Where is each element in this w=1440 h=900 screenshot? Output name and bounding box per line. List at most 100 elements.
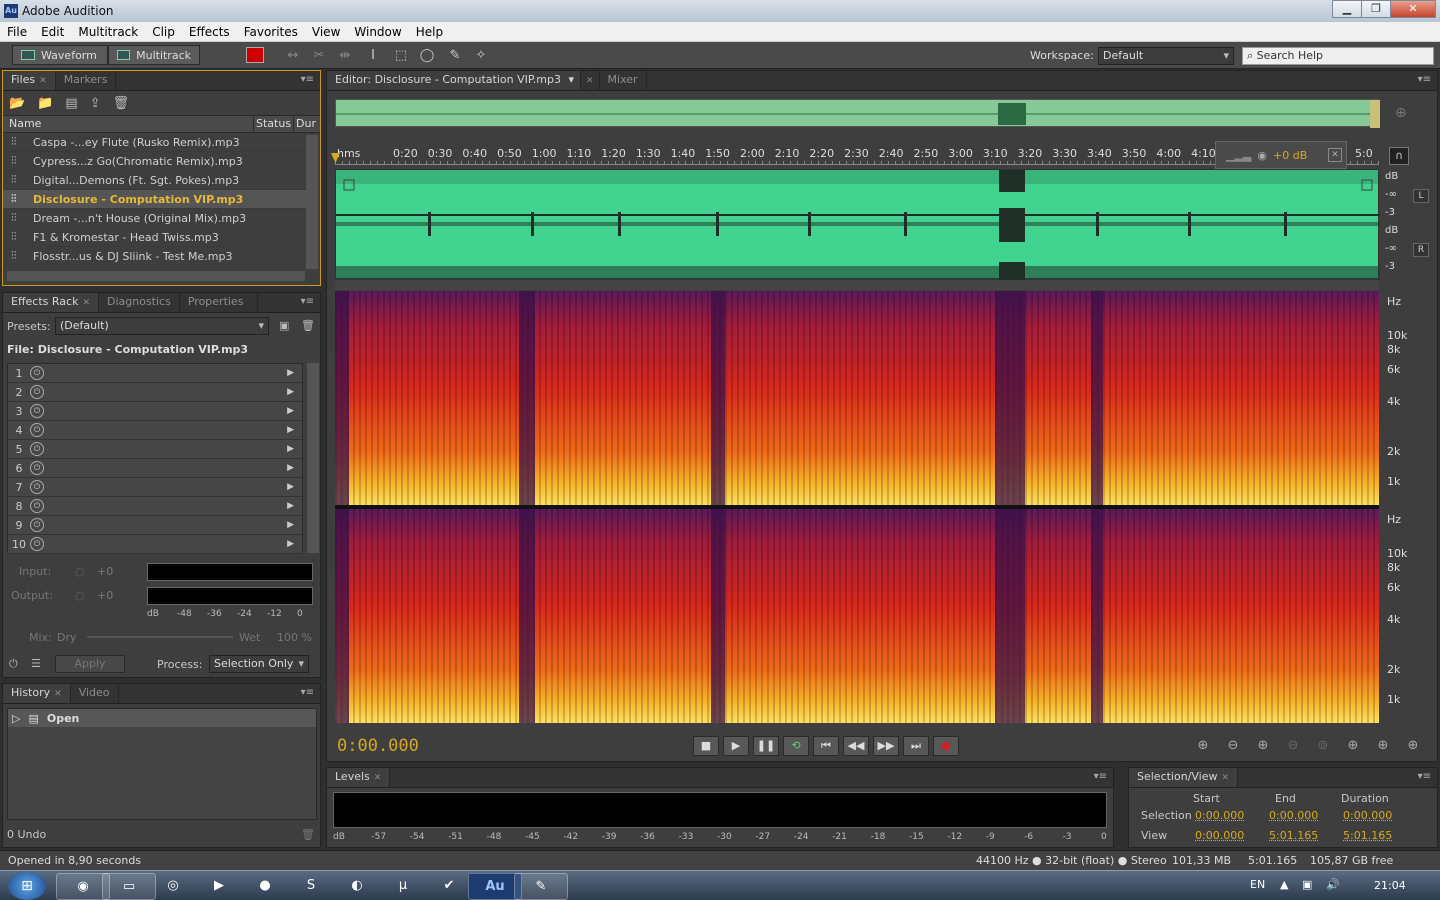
input-gain-value[interactable]: +0	[97, 565, 113, 578]
power-icon[interactable]: ⏻	[30, 537, 44, 551]
effect-slot[interactable]: 10 ⏻ ▶	[8, 535, 302, 554]
time-selection-tool-icon[interactable]: I	[364, 47, 382, 65]
zoom-in-amplitude-icon[interactable]: ⊕	[1193, 738, 1213, 753]
panel-menu-icon[interactable]: ▾≡	[301, 687, 314, 698]
selection-duration[interactable]: 0:00.000	[1343, 809, 1392, 822]
input-gain-knob[interactable]: ◌	[75, 565, 85, 578]
zoom-out-full-icon[interactable]: ⊚	[1313, 738, 1333, 753]
column-name[interactable]: Name	[3, 116, 253, 132]
multitrack-view-button[interactable]: Multitrack	[108, 45, 200, 65]
effect-slot[interactable]: 4 ⏻ ▶	[8, 421, 302, 440]
panel-menu-icon[interactable]: ▾≡	[301, 74, 314, 85]
slot-menu-arrow-icon[interactable]: ▶	[287, 501, 294, 511]
file-row[interactable]: ⫶⫶ F1 & Kromestar - Head Twiss.mp3	[3, 228, 306, 247]
rack-power-icon[interactable]: ⏻	[9, 657, 18, 671]
play-button[interactable]: ▶	[723, 736, 749, 756]
menu-file[interactable]: File	[0, 25, 34, 39]
output-gain-value[interactable]: +0	[97, 589, 113, 602]
tab-selection-view[interactable]: Selection/View ✕	[1129, 768, 1239, 787]
panel-menu-icon[interactable]: ▾≡	[1094, 771, 1107, 782]
effect-slot[interactable]: 7 ⏻ ▶	[8, 478, 302, 497]
panel-menu-icon[interactable]: ▾≡	[1418, 74, 1431, 85]
zoom-navigator-icon[interactable]: ⊕	[1395, 105, 1407, 121]
clock[interactable]: 21:04	[1374, 879, 1406, 892]
show-hidden-icons[interactable]: ▲	[1280, 878, 1288, 891]
start-button[interactable]: ⊞	[8, 872, 46, 900]
menu-multitrack[interactable]: Multitrack	[71, 25, 145, 39]
go-to-start-button[interactable]: ⏮	[813, 736, 839, 756]
power-icon[interactable]: ⏻	[30, 461, 44, 475]
marquee-tool-icon[interactable]: ⬚	[392, 47, 410, 65]
zoom-selection-icon[interactable]: ⊕	[1403, 738, 1423, 753]
slot-menu-arrow-icon[interactable]: ▶	[287, 444, 294, 454]
expand-icon[interactable]: ▷	[12, 712, 20, 725]
power-icon[interactable]: ⏻	[30, 404, 44, 418]
power-icon[interactable]: ⏻	[30, 366, 44, 380]
file-row[interactable]: ⫶⫶ Cypress...z Go(Chromatic Remix).mp3	[3, 152, 306, 171]
menu-view[interactable]: View	[305, 25, 347, 39]
fast-forward-button[interactable]: ▶▶	[873, 736, 899, 756]
delete-preset-icon[interactable]: 🗑	[301, 319, 315, 332]
file-row[interactable]: ⫶⫶ Digital...Demons (Ft. Sgt. Pokes).mp3	[3, 171, 306, 190]
menu-effects[interactable]: Effects	[182, 25, 237, 39]
tab-effects-rack[interactable]: Effects Rack ✕	[3, 293, 99, 312]
power-icon[interactable]: ⏻	[30, 518, 44, 532]
files-scrollbar[interactable]	[306, 135, 318, 269]
razor-tool-icon[interactable]: ✂	[310, 47, 328, 65]
go-to-end-button[interactable]: ⏭	[903, 736, 929, 756]
menu-window[interactable]: Window	[347, 25, 408, 39]
apply-button[interactable]: Apply	[55, 655, 125, 673]
gain-knob-icon[interactable]: ◉	[1257, 149, 1267, 162]
tab-files[interactable]: Files ✕	[3, 71, 56, 90]
effect-slot[interactable]: 3 ⏻ ▶	[8, 402, 302, 421]
output-gain-knob[interactable]: ◌	[75, 589, 85, 602]
tab-editor[interactable]: Editor: Disclosure - Computation VIP.mp3…	[327, 71, 581, 90]
zoom-in-point-icon[interactable]: ⊕	[1343, 738, 1363, 753]
delete-history-icon[interactable]: 🗑	[301, 828, 315, 841]
process-select[interactable]: Selection Only	[209, 655, 309, 673]
close-editor-icon[interactable]: ✕	[581, 72, 599, 90]
effect-slot[interactable]: 5 ⏻ ▶	[8, 440, 302, 459]
menu-help[interactable]: Help	[409, 25, 450, 39]
file-row[interactable]: ⫶⫶ Caspa -...ey Flute (Rusko Remix).mp3	[3, 133, 306, 152]
power-icon[interactable]: ⏻	[30, 499, 44, 513]
menu-favorites[interactable]: Favorites	[237, 25, 305, 39]
right-channel-toggle[interactable]: R	[1413, 243, 1429, 257]
power-icon[interactable]: ⏻	[30, 423, 44, 437]
maximize-button[interactable]: ❐	[1361, 0, 1391, 18]
move-tool-icon[interactable]: ↔	[284, 47, 302, 65]
effect-slot[interactable]: 9 ⏻ ▶	[8, 516, 302, 535]
slot-menu-arrow-icon[interactable]: ▶	[287, 539, 294, 549]
menu-clip[interactable]: Clip	[145, 25, 182, 39]
file-row[interactable]: ⫶⫶ Dream -...n't House (Original Mix).mp3	[3, 209, 306, 228]
tab-history[interactable]: History ✕	[3, 684, 71, 703]
spot-healing-tool-icon[interactable]: ✧	[472, 47, 490, 65]
headphones-icon[interactable]: ∩	[1389, 147, 1409, 165]
history-item-open[interactable]: ▷ ▤ Open	[8, 709, 316, 727]
tab-levels[interactable]: Levels ✕	[327, 768, 391, 787]
slot-menu-arrow-icon[interactable]: ▶	[287, 463, 294, 473]
effects-scrollbar[interactable]	[307, 363, 319, 553]
spectral-display[interactable]	[335, 291, 1379, 723]
hud-gain-value[interactable]: +0 dB	[1273, 149, 1307, 162]
power-icon[interactable]: ⏻	[30, 385, 44, 399]
column-duration[interactable]: Dur	[293, 116, 317, 132]
tab-properties[interactable]: Properties	[180, 293, 258, 312]
waveform-display[interactable]	[335, 169, 1380, 280]
power-icon[interactable]: ⏻	[30, 480, 44, 494]
column-status[interactable]: Status	[253, 116, 293, 132]
language-indicator[interactable]: EN	[1250, 878, 1265, 891]
delete-file-icon[interactable]: 🗑	[113, 96, 130, 111]
insert-into-multitrack-icon[interactable]: ⇪	[90, 96, 101, 111]
zoom-out-amplitude-icon[interactable]: ⊖	[1223, 738, 1243, 753]
slot-menu-arrow-icon[interactable]: ▶	[287, 425, 294, 435]
panel-menu-icon[interactable]: ▾≡	[1418, 771, 1431, 782]
file-row[interactable]: ⫶⫶ Disclosure - Computation VIP.mp3	[3, 190, 306, 209]
zoom-out-time-icon[interactable]: ⊖	[1283, 738, 1303, 753]
paint-taskbar-icon[interactable]: ✎	[514, 873, 568, 900]
zoom-out-point-icon[interactable]: ⊕	[1373, 738, 1393, 753]
lasso-tool-icon[interactable]: ◯	[418, 47, 436, 65]
new-file-icon[interactable]: ▤	[65, 96, 77, 111]
workspace-select[interactable]: Default	[1098, 47, 1234, 65]
tab-mixer[interactable]: Mixer	[598, 71, 647, 90]
